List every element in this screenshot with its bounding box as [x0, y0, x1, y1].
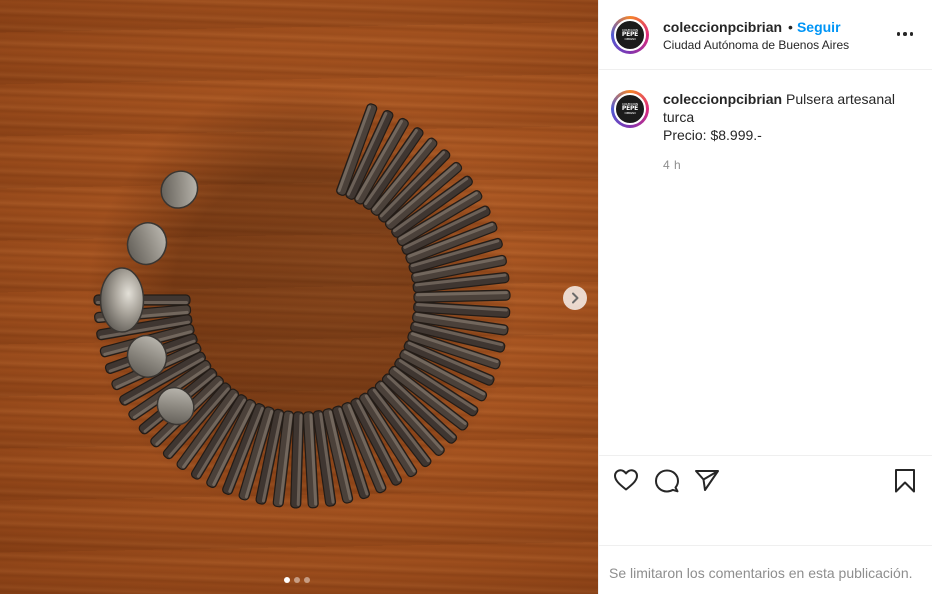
paper-plane-icon[interactable]: [694, 468, 720, 497]
post-sidebar: COLECCION PEPE CIBRIAN coleccionpcibrian…: [598, 0, 932, 594]
action-bar: [599, 455, 932, 507]
separator-bullet: •: [788, 18, 793, 35]
carousel-indicator: [284, 577, 310, 583]
chevron-right-icon: [572, 292, 579, 304]
next-image-button[interactable]: [563, 286, 587, 310]
carousel-dot: [294, 577, 300, 583]
caption: coleccionpcibrian Pulsera artesanal turca…: [663, 90, 913, 174]
instagram-post: COLECCION PEPE CIBRIAN coleccionpcibrian…: [0, 0, 932, 594]
post-media[interactable]: [0, 0, 598, 594]
follow-button[interactable]: Seguir: [797, 19, 841, 35]
bracelet-photo: [87, 85, 517, 515]
caption-username-link[interactable]: coleccionpcibrian: [663, 91, 782, 107]
avatar-logo: COLECCION PEPE CIBRIAN: [614, 18, 646, 51]
more-horizontal-icon: [896, 32, 914, 36]
bracelet-disc: [413, 289, 511, 303]
caption-avatar[interactable]: COLECCION PEPE CIBRIAN: [611, 90, 649, 128]
more-options-button[interactable]: [894, 24, 916, 44]
post-header: COLECCION PEPE CIBRIAN coleccionpcibrian…: [599, 0, 932, 70]
caption-price: Precio: $8.999.-: [663, 127, 762, 143]
bracelet-bead: [99, 267, 145, 333]
heart-icon[interactable]: [613, 468, 639, 497]
location-link[interactable]: Ciudad Autónoma de Buenos Aires: [663, 38, 849, 52]
username-link[interactable]: coleccionpcibrian: [663, 19, 782, 35]
post-timestamp[interactable]: 4 h: [663, 156, 913, 174]
carousel-dot: [304, 577, 310, 583]
comment-icon[interactable]: [654, 468, 680, 499]
carousel-dot: [284, 577, 290, 583]
avatar[interactable]: COLECCION PEPE CIBRIAN: [611, 15, 649, 54]
header-text: coleccionpcibrian • Seguir Ciudad Autónoma…: [663, 18, 849, 52]
avatar-logo: COLECCION PEPE CIBRIAN: [614, 93, 646, 125]
comments-limited-notice: Se limitaron los comentarios en esta pub…: [599, 545, 932, 594]
bookmark-icon[interactable]: [893, 468, 917, 499]
caption-section: COLECCION PEPE CIBRIAN coleccionpcibrian…: [599, 70, 932, 594]
